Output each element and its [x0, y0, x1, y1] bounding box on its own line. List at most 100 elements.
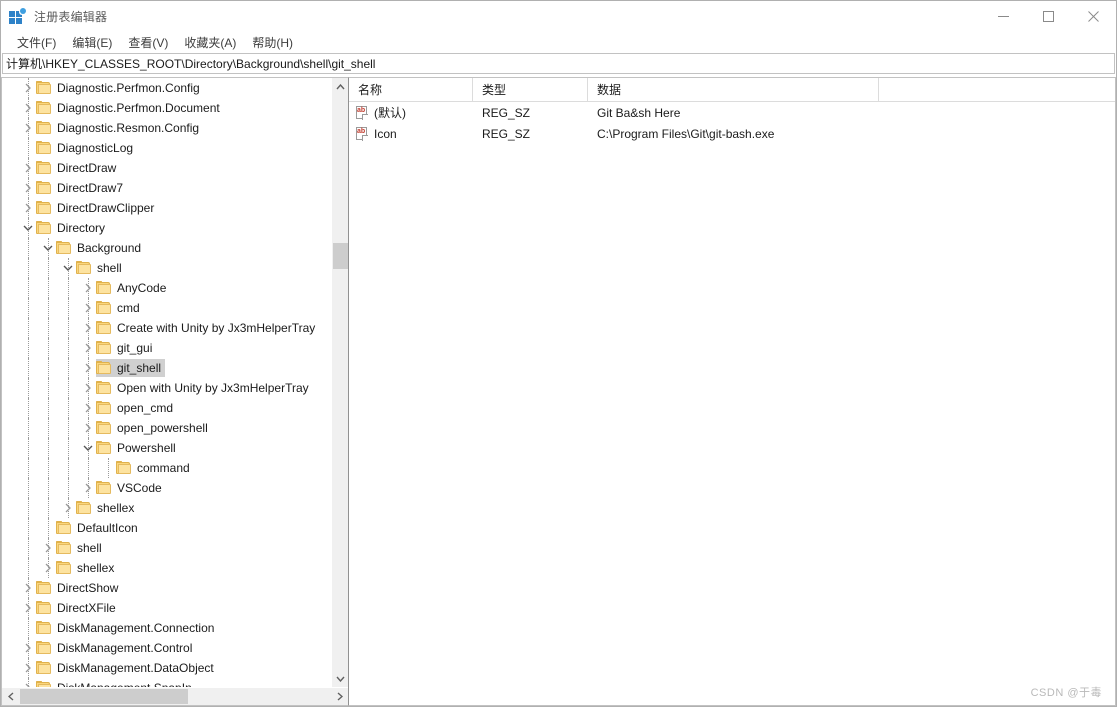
tree-item[interactable]: DiskManagement.Connection: [2, 618, 332, 638]
expand-chevron-icon[interactable]: [20, 78, 36, 98]
expand-chevron-icon[interactable]: [80, 338, 96, 358]
tree-item[interactable]: VSCode: [2, 478, 332, 498]
tree-item[interactable]: DefaultIcon: [2, 518, 332, 538]
column-header-name[interactable]: 名称: [349, 78, 473, 101]
tree-item-body[interactable]: DirectDraw7: [36, 179, 127, 197]
tree-item-body[interactable]: shell: [56, 539, 106, 557]
tree-item-body[interactable]: Background: [56, 239, 145, 257]
expand-chevron-icon[interactable]: [80, 318, 96, 338]
expand-chevron-icon[interactable]: [80, 418, 96, 438]
tree-item-body[interactable]: open_cmd: [96, 399, 177, 417]
hscroll-thumb[interactable]: [20, 689, 188, 704]
tree-item-body[interactable]: git_gui: [96, 339, 156, 357]
expand-chevron-icon[interactable]: [80, 358, 96, 378]
tree-item[interactable]: shellex: [2, 558, 332, 578]
tree-item-body[interactable]: Diagnostic.Perfmon.Config: [36, 79, 204, 97]
tree-item[interactable]: Directory: [2, 218, 332, 238]
tree-item[interactable]: DirectXFile: [2, 598, 332, 618]
tree-item-body[interactable]: Diagnostic.Resmon.Config: [36, 119, 203, 137]
tree-item[interactable]: Background: [2, 238, 332, 258]
tree-item[interactable]: DirectShow: [2, 578, 332, 598]
tree-item-body[interactable]: DiagnosticLog: [36, 139, 137, 157]
tree-item-body[interactable]: Open with Unity by Jx3mHelperTray: [96, 379, 313, 397]
menu-edit[interactable]: 编辑(E): [64, 32, 120, 54]
menu-help[interactable]: 帮助(H): [244, 32, 301, 54]
expand-chevron-icon[interactable]: [80, 478, 96, 498]
scroll-thumb[interactable]: [333, 243, 348, 269]
tree-item[interactable]: open_powershell: [2, 418, 332, 438]
value-row[interactable]: ab Icon REG_SZ C:\Program Files\Git\git-bas…: [349, 123, 1115, 144]
scroll-down-button[interactable]: [332, 670, 348, 687]
expand-chevron-icon[interactable]: [20, 658, 36, 678]
maximize-button[interactable]: [1026, 1, 1071, 32]
tree-item-body[interactable]: DiskManagement.SnapIn: [36, 679, 196, 687]
tree-item[interactable]: Open with Unity by Jx3mHelperTray: [2, 378, 332, 398]
expand-chevron-icon[interactable]: [80, 298, 96, 318]
tree-item-body[interactable]: DirectDraw: [36, 159, 120, 177]
scroll-right-button[interactable]: [331, 688, 348, 705]
tree-item-body[interactable]: Powershell: [96, 439, 180, 457]
values-list[interactable]: ab (默认) REG_SZ Git Ba&sh Here ab Icon REG_SZ C:…: [349, 102, 1115, 705]
tree-item-body[interactable]: shell: [76, 259, 126, 277]
expand-chevron-icon[interactable]: [20, 98, 36, 118]
tree-horizontal-scrollbar[interactable]: [2, 687, 348, 705]
tree-item[interactable]: open_cmd: [2, 398, 332, 418]
tree-item-body[interactable]: Create with Unity by Jx3mHelperTray: [96, 319, 319, 337]
tree-item-body[interactable]: cmd: [96, 299, 144, 317]
tree-item[interactable]: Powershell: [2, 438, 332, 458]
tree-vertical-scrollbar[interactable]: [331, 78, 348, 687]
tree-item[interactable]: DiskManagement.SnapIn: [2, 678, 332, 687]
tree-item[interactable]: AnyCode: [2, 278, 332, 298]
expand-chevron-icon[interactable]: [20, 598, 36, 618]
tree-item[interactable]: DiagnosticLog: [2, 138, 332, 158]
expand-chevron-icon[interactable]: [80, 278, 96, 298]
tree-item-body[interactable]: DiskManagement.DataObject: [36, 659, 218, 677]
close-button[interactable]: [1071, 1, 1116, 32]
expand-chevron-icon[interactable]: [20, 578, 36, 598]
collapse-chevron-icon[interactable]: [20, 218, 36, 238]
tree-item-body[interactable]: command: [116, 459, 194, 477]
expand-chevron-icon[interactable]: [20, 198, 36, 218]
tree-item-body[interactable]: Directory: [36, 219, 109, 237]
scroll-left-button[interactable]: [2, 688, 19, 705]
tree-item[interactable]: shellex: [2, 498, 332, 518]
column-header-data[interactable]: 数据: [588, 78, 879, 101]
expand-chevron-icon[interactable]: [20, 118, 36, 138]
tree-item[interactable]: Diagnostic.Perfmon.Document: [2, 98, 332, 118]
expand-chevron-icon[interactable]: [80, 378, 96, 398]
tree-item[interactable]: DirectDraw: [2, 158, 332, 178]
collapse-chevron-icon[interactable]: [60, 258, 76, 278]
tree-item[interactable]: DiskManagement.Control: [2, 638, 332, 658]
tree-item[interactable]: shell: [2, 538, 332, 558]
tree-item-selected[interactable]: git_shell: [96, 359, 166, 377]
tree-item[interactable]: cmd: [2, 298, 332, 318]
collapse-chevron-icon[interactable]: [80, 438, 96, 458]
tree-item[interactable]: command: [2, 458, 332, 478]
expand-chevron-icon[interactable]: [60, 498, 76, 518]
collapse-chevron-icon[interactable]: [40, 238, 56, 258]
menu-view[interactable]: 查看(V): [120, 32, 176, 54]
tree-item-body[interactable]: DirectShow: [36, 579, 122, 597]
expand-chevron-icon[interactable]: [80, 398, 96, 418]
tree-item-body[interactable]: Diagnostic.Perfmon.Document: [36, 99, 224, 117]
tree-item[interactable]: shell: [2, 258, 332, 278]
tree-item[interactable]: DirectDrawClipper: [2, 198, 332, 218]
column-header-type[interactable]: 类型: [473, 78, 588, 101]
tree-item-body[interactable]: AnyCode: [96, 279, 170, 297]
tree-item[interactable]: DiskManagement.DataObject: [2, 658, 332, 678]
tree-item[interactable]: Create with Unity by Jx3mHelperTray: [2, 318, 332, 338]
expand-chevron-icon[interactable]: [20, 638, 36, 658]
menu-favorites[interactable]: 收藏夹(A): [176, 32, 244, 54]
tree-item-body[interactable]: DiskManagement.Control: [36, 639, 196, 657]
tree-item-body[interactable]: DirectXFile: [36, 599, 120, 617]
tree-item-body[interactable]: DefaultIcon: [56, 519, 142, 537]
expand-chevron-icon[interactable]: [20, 178, 36, 198]
scroll-up-button[interactable]: [332, 78, 348, 95]
value-row[interactable]: ab (默认) REG_SZ Git Ba&sh Here: [349, 102, 1115, 123]
tree-item-body[interactable]: DirectDrawClipper: [36, 199, 158, 217]
expand-chevron-icon[interactable]: [20, 678, 36, 687]
menu-file[interactable]: 文件(F): [9, 32, 64, 54]
tree-item[interactable]: Diagnostic.Resmon.Config: [2, 118, 332, 138]
tree-item-body[interactable]: open_powershell: [96, 419, 212, 437]
tree-item[interactable]: DirectDraw7: [2, 178, 332, 198]
